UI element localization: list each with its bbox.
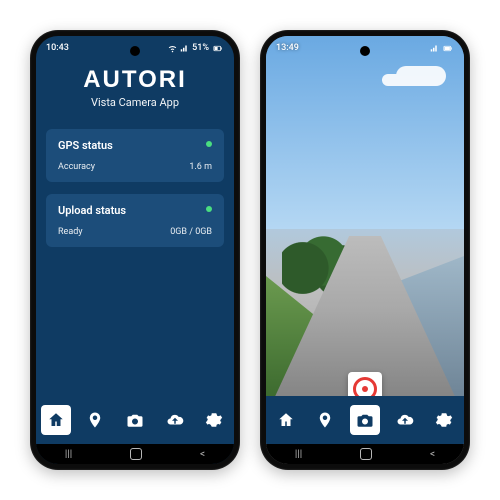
battery-icon — [212, 44, 224, 53]
app-home-screen: 10:43 51% AUTORI Vista Camera App GPS st… — [36, 36, 234, 464]
upload-status-card[interactable]: Upload status Ready 0GB / 0GB — [46, 194, 224, 247]
nav-cloud[interactable] — [390, 405, 420, 435]
gps-card-title: GPS status — [58, 139, 212, 152]
nav-settings[interactable] — [429, 405, 459, 435]
sys-home[interactable] — [360, 448, 372, 460]
nav-location[interactable] — [80, 405, 110, 435]
status-indicators — [430, 44, 454, 53]
app-camera-screen: 13:49 — [266, 36, 464, 464]
nav-camera[interactable] — [120, 405, 150, 435]
status-time: 13:49 — [276, 43, 299, 53]
bottom-nav — [266, 396, 464, 444]
app-subtitle: Vista Camera App — [36, 96, 234, 109]
upload-card-title: Upload status — [58, 204, 212, 217]
location-icon — [86, 411, 104, 429]
signal-icon — [180, 44, 189, 53]
sys-back[interactable]: < — [200, 449, 205, 460]
wifi-icon — [168, 44, 177, 53]
battery-icon — [442, 44, 454, 53]
nav-cloud[interactable] — [160, 405, 190, 435]
gps-status-card[interactable]: GPS status Accuracy 1.6 m — [46, 129, 224, 182]
bottom-nav — [36, 396, 234, 444]
sys-home[interactable] — [130, 448, 142, 460]
nav-camera[interactable] — [350, 405, 380, 435]
nav-settings[interactable] — [199, 405, 229, 435]
camera-icon — [126, 411, 144, 429]
camera-preview-sky — [266, 36, 464, 229]
cloud-upload-icon — [396, 411, 414, 429]
gear-icon — [435, 411, 453, 429]
sys-recents[interactable]: ||| — [65, 449, 72, 460]
sys-back[interactable]: < — [430, 449, 435, 460]
nav-home[interactable] — [41, 405, 71, 435]
brand-logo: AUTORI — [36, 66, 234, 94]
status-battery: 51% — [192, 43, 209, 53]
camera-preview-cloud — [396, 66, 446, 86]
upload-size-value: 0GB / 0GB — [170, 227, 212, 237]
status-time: 10:43 — [46, 43, 69, 53]
nav-location[interactable] — [310, 405, 340, 435]
sys-recents[interactable]: ||| — [295, 449, 302, 460]
gear-icon — [205, 411, 223, 429]
home-icon — [277, 411, 295, 429]
camera-icon — [356, 411, 374, 429]
camera-cutout — [130, 46, 140, 56]
gps-accuracy-label: Accuracy — [58, 162, 95, 172]
nav-home[interactable] — [271, 405, 301, 435]
home-icon — [47, 411, 65, 429]
signal-icon — [430, 44, 439, 53]
gps-status-indicator — [206, 141, 212, 147]
location-icon — [316, 411, 334, 429]
camera-cutout — [360, 46, 370, 56]
upload-status-indicator — [206, 206, 212, 212]
phone-right: 13:49 — [260, 30, 470, 470]
cloud-upload-icon — [166, 411, 184, 429]
android-system-nav: ||| < — [266, 444, 464, 464]
gps-accuracy-value: 1.6 m — [189, 162, 212, 172]
upload-ready-label: Ready — [58, 227, 83, 237]
phone-left: 10:43 51% AUTORI Vista Camera App GPS st… — [30, 30, 240, 470]
status-indicators: 51% — [168, 43, 224, 53]
android-system-nav: ||| < — [36, 444, 234, 464]
